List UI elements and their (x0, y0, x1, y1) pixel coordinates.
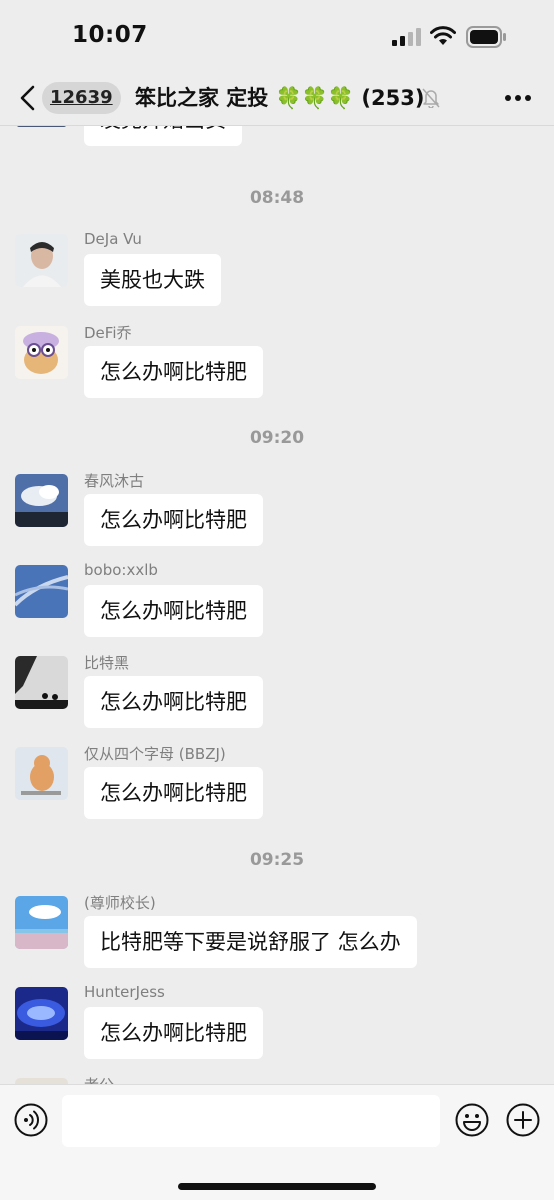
message-input[interactable] (62, 1095, 440, 1147)
message-bubble[interactable]: 怎么办啊比特肥 (84, 767, 263, 819)
message-bubble[interactable]: 比特肥等下要是说舒服了 怎么办 (84, 916, 417, 968)
message-bubble[interactable]: 怎么办啊比特肥 (84, 585, 263, 637)
avatar[interactable] (15, 896, 68, 949)
clover-emoji: 🍀🍀🍀 (275, 86, 355, 110)
message-bubble[interactable]: 怎么办啊比特肥 (84, 494, 263, 546)
battery-icon (466, 26, 506, 48)
message-bubble[interactable]: 发完开始出货 (84, 126, 242, 146)
avatar[interactable] (15, 656, 68, 709)
input-bar (0, 1084, 554, 1200)
sender-name: 仅从四个字母 (BBZJ) (84, 745, 226, 763)
home-indicator (178, 1183, 376, 1190)
more-dots-icon[interactable] (504, 94, 532, 102)
avatar[interactable] (15, 987, 68, 1040)
status-bar: 10:07 (0, 0, 554, 72)
avatar[interactable] (15, 747, 68, 800)
sender-name: bobo:xxlb (84, 561, 158, 579)
chat-header: 12639 笨比之家 定投 🍀🍀🍀 (253) (0, 72, 554, 126)
chevron-left-icon[interactable] (18, 85, 38, 111)
time-divider: 08:48 (249, 188, 305, 208)
chat-title[interactable]: 笨比之家 定投 🍀🍀🍀 (253) (135, 84, 424, 112)
bell-slash-icon (422, 88, 440, 108)
avatar[interactable] (15, 234, 68, 287)
status-time: 10:07 (72, 22, 148, 48)
sender-name: DeJa Vu (84, 230, 142, 248)
time-divider: 09:20 (249, 428, 305, 448)
cellular-signal-icon (392, 28, 421, 46)
avatar[interactable] (15, 126, 68, 127)
sender-name: HunterJess (84, 983, 165, 1001)
avatar[interactable] (15, 326, 68, 379)
emoji-icon[interactable] (455, 1103, 489, 1137)
message-bubble[interactable]: 美股也大跌 (84, 254, 221, 306)
plus-icon[interactable] (506, 1103, 540, 1137)
member-count: (253) (361, 86, 425, 110)
message-bubble[interactable]: 怎么办啊比特肥 (84, 676, 263, 728)
message-bubble[interactable]: 怎么办啊比特肥 (84, 1007, 263, 1059)
message-list[interactable]: 发完开始出货 08:48 DeJa Vu 美股也大跌 (0, 126, 554, 1084)
sender-name: DeFi乔 (84, 324, 132, 342)
sender-name: 老公 (84, 1074, 114, 1084)
sender-name: 春风沐古 (84, 472, 145, 490)
unread-count-badge[interactable]: 12639 (42, 82, 121, 114)
avatar[interactable] (15, 474, 68, 527)
avatar[interactable] (15, 565, 68, 618)
group-name: 笨比之家 定投 (135, 86, 269, 110)
time-divider: 09:25 (249, 850, 305, 870)
sender-name: (尊师校长) (84, 894, 156, 912)
wifi-icon (430, 26, 456, 45)
message-bubble[interactable]: 怎么办啊比特肥 (84, 346, 263, 398)
voice-icon[interactable] (14, 1103, 48, 1137)
sender-name: 比特黑 (84, 654, 130, 672)
